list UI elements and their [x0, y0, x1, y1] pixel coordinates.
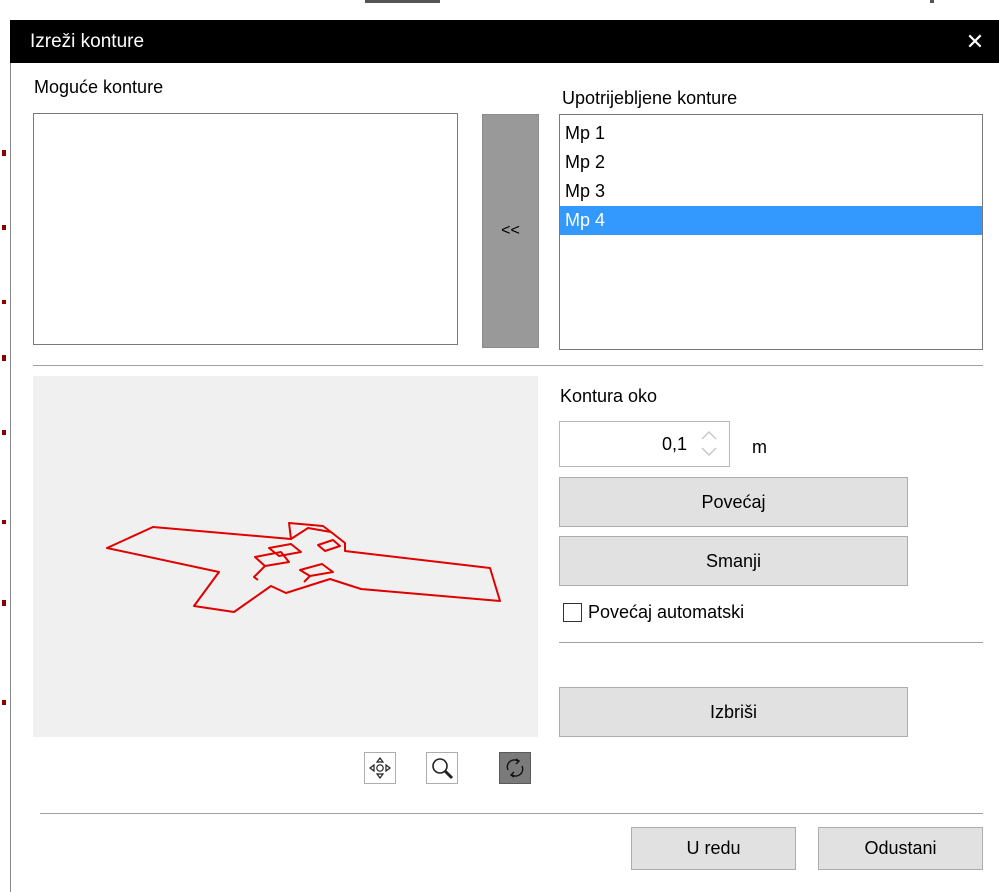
cancel-button[interactable]: Odustani	[818, 827, 983, 870]
move-left-button[interactable]: <<	[482, 114, 539, 348]
list-item[interactable]: Mp 3	[560, 177, 982, 206]
close-icon[interactable]: ✕	[963, 20, 987, 63]
background-window-top	[330, 0, 970, 20]
contour-offset-value: 0,1	[661, 434, 687, 454]
pan-icon[interactable]	[364, 752, 396, 784]
list-item[interactable]: Mp 2	[560, 148, 982, 177]
rotate-icon[interactable]	[499, 752, 531, 784]
background-window-edge	[0, 0, 10, 892]
list-item[interactable]: Mp 4	[560, 206, 982, 235]
auto-enlarge-label: Povećaj automatski	[588, 602, 745, 622]
spin-up-icon[interactable]	[693, 426, 725, 443]
separator	[33, 365, 983, 366]
used-contours-label: Upotrijebljene konture	[562, 88, 738, 108]
available-contours-label: Moguće konture	[34, 77, 164, 97]
ok-button[interactable]: U redu	[631, 827, 796, 870]
contour-around-label: Kontura oko	[560, 386, 658, 406]
auto-enlarge-checkbox-row[interactable]: Povećaj automatski	[563, 601, 744, 623]
dialog-title: Izreži konture	[30, 31, 145, 52]
dialog-titlebar: Izreži konture ✕	[10, 20, 999, 63]
contour-outline-drawing	[106, 522, 501, 613]
unit-label: m	[752, 437, 767, 457]
delete-button[interactable]: Izbriši	[559, 687, 908, 737]
list-item[interactable]: Mp 1	[560, 119, 982, 148]
contour-offset-spinner[interactable]: 0,1	[559, 421, 730, 467]
used-contours-list[interactable]: Mp 1 Mp 2 Mp 3 Mp 4	[559, 114, 983, 350]
contour-preview[interactable]	[33, 376, 538, 737]
separator	[40, 813, 983, 814]
zoom-icon[interactable]	[426, 752, 458, 784]
spin-down-icon[interactable]	[693, 443, 725, 460]
auto-enlarge-checkbox[interactable]	[563, 602, 582, 622]
enlarge-button[interactable]: Povećaj	[559, 477, 908, 527]
shrink-button[interactable]: Smanji	[559, 536, 908, 586]
separator	[559, 642, 983, 643]
available-contours-list[interactable]	[33, 113, 458, 345]
